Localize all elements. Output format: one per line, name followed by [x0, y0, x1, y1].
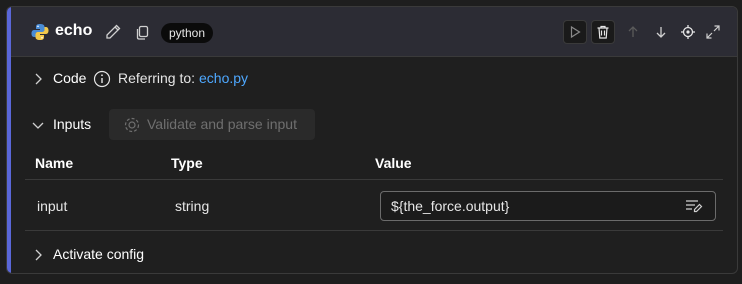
- language-badge: python: [161, 23, 214, 43]
- source-file-link[interactable]: echo.py: [199, 70, 248, 86]
- input-type-cell: string: [175, 198, 210, 214]
- input-value-field[interactable]: ${the_force.output}: [380, 191, 716, 221]
- arrow-up-icon: [628, 26, 638, 37]
- trash-icon: [597, 25, 609, 39]
- chevron-down-icon[interactable]: [31, 118, 45, 132]
- inputs-section: Inputs Validate and parse input: [11, 109, 737, 140]
- column-name-header: Name: [35, 155, 74, 171]
- edit-pencil-icon[interactable]: [103, 22, 123, 42]
- edit-text-icon[interactable]: [685, 198, 703, 214]
- node-title: echo: [55, 22, 93, 39]
- code-label: Code: [53, 70, 87, 86]
- inputs-label[interactable]: Inputs: [53, 116, 91, 132]
- code-section[interactable]: Code Referring to: echo.py: [11, 67, 737, 91]
- move-down-button[interactable]: [649, 20, 673, 44]
- delete-button[interactable]: [591, 20, 615, 44]
- info-icon[interactable]: [93, 70, 111, 88]
- locate-button[interactable]: [676, 20, 700, 44]
- input-name-cell: input: [37, 198, 68, 214]
- validate-label: Validate and parse input: [147, 116, 297, 132]
- input-value-text: ${the_force.output}: [391, 198, 510, 214]
- run-button[interactable]: [563, 20, 587, 44]
- table-divider: [25, 179, 723, 180]
- activate-config-section[interactable]: Activate config: [11, 243, 737, 267]
- play-icon: [570, 25, 581, 39]
- table-row: input string ${the_force.output}: [11, 191, 737, 231]
- column-value-header: Value: [375, 155, 412, 171]
- chevron-right-icon[interactable]: [31, 72, 45, 86]
- node-header: echo python: [11, 7, 737, 57]
- python-icon: [31, 24, 49, 40]
- move-up-button[interactable]: [621, 20, 645, 44]
- arrow-down-icon: [656, 27, 666, 38]
- target-icon: [681, 25, 695, 39]
- table-divider-bottom: [25, 230, 723, 231]
- validate-parse-button[interactable]: Validate and parse input: [109, 109, 315, 140]
- expand-icon: [706, 25, 720, 39]
- validate-icon: [124, 117, 140, 133]
- activate-config-label: Activate config: [53, 246, 145, 262]
- node-card: echo python Code Referring to: echo.py I…: [6, 6, 738, 274]
- column-type-header: Type: [171, 155, 203, 171]
- expand-button[interactable]: [701, 20, 725, 44]
- referring-text: Referring to:: [118, 70, 196, 86]
- copy-icon[interactable]: [135, 24, 151, 40]
- chevron-right-icon[interactable]: [31, 248, 45, 262]
